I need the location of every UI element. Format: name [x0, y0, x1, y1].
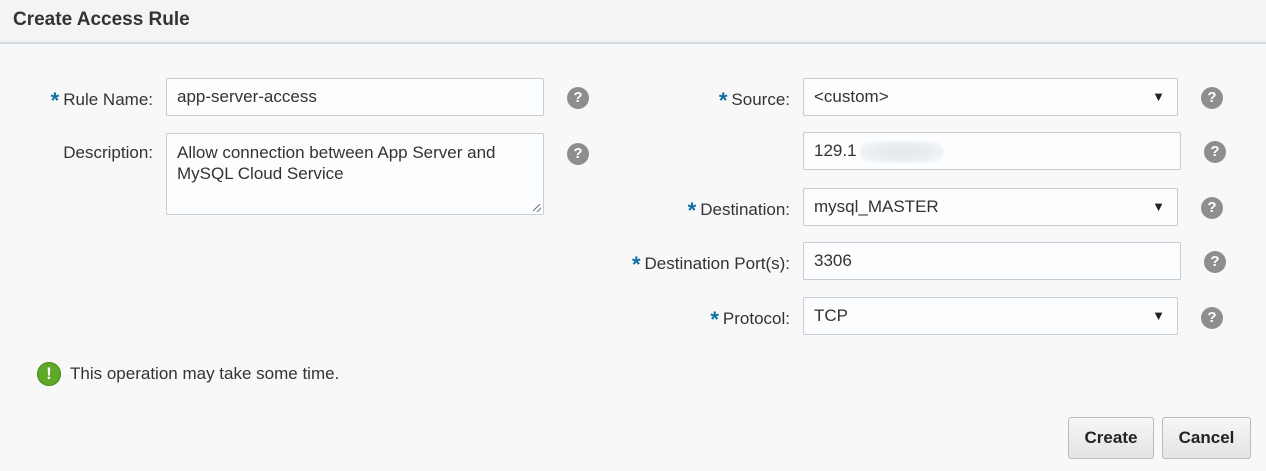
dialog-header: Create Access Rule	[0, 0, 1266, 44]
rule-name-help-icon[interactable]: ?	[567, 87, 589, 109]
chevron-down-icon: ▼	[1152, 89, 1165, 104]
destination-help-icon[interactable]: ?	[1201, 197, 1223, 219]
destination-select[interactable]: mysql_MASTER ▼	[803, 188, 1178, 226]
protocol-select[interactable]: TCP ▼	[803, 297, 1178, 335]
destination-ports-value: 3306	[814, 251, 852, 270]
destination-ports-help-icon[interactable]: ?	[1204, 251, 1226, 273]
source-help-icon[interactable]: ?	[1201, 87, 1223, 109]
redaction-blur	[860, 141, 944, 163]
notice-text: This operation may take some time.	[70, 364, 340, 383]
description-label: Description:	[63, 143, 153, 162]
description-textarea[interactable]: Allow connection between App Server and …	[166, 133, 544, 215]
protocol-selected-value: TCP	[814, 306, 848, 325]
rule-name-input[interactable]: app-server-access	[166, 78, 544, 116]
required-marker: *	[631, 252, 641, 277]
rule-name-label-text: Rule Name:	[63, 90, 153, 109]
source-select[interactable]: <custom> ▼	[803, 78, 1178, 116]
chevron-down-icon: ▼	[1152, 199, 1165, 214]
source-selected-value: <custom>	[814, 87, 889, 106]
protocol-help-icon[interactable]: ?	[1201, 307, 1223, 329]
info-icon: !	[37, 362, 61, 386]
destination-label-text: Destination:	[700, 200, 790, 219]
source-ip-value: 129.1	[814, 141, 857, 160]
dialog-title: Create Access Rule	[13, 9, 190, 30]
rule-name-label: * Rule Name:	[20, 85, 153, 113]
cancel-button[interactable]: Cancel	[1162, 417, 1251, 459]
description-value: Allow connection between App Server and …	[177, 143, 496, 183]
required-marker: *	[718, 88, 728, 113]
create-button[interactable]: Create	[1068, 417, 1154, 459]
required-marker: *	[50, 88, 60, 113]
source-ip-help-icon[interactable]: ?	[1204, 141, 1226, 163]
protocol-label: * Protocol:	[600, 304, 790, 332]
protocol-label-text: Protocol:	[722, 309, 790, 328]
required-marker: *	[687, 198, 697, 223]
source-label: * Source:	[600, 85, 790, 113]
rule-name-value: app-server-access	[177, 87, 317, 106]
destination-ports-label: * Destination Port(s):	[580, 249, 791, 277]
required-marker: *	[710, 307, 719, 332]
chevron-down-icon: ▼	[1152, 308, 1165, 323]
source-label-text: Source:	[731, 90, 790, 109]
destination-ports-label-text: Destination Port(s):	[644, 254, 791, 273]
destination-label: * Destination:	[600, 195, 790, 223]
description-help-icon[interactable]: ?	[567, 143, 589, 165]
resize-handle-icon[interactable]	[533, 204, 541, 212]
destination-selected-value: mysql_MASTER	[814, 197, 939, 216]
destination-ports-input[interactable]: 3306	[803, 242, 1181, 280]
